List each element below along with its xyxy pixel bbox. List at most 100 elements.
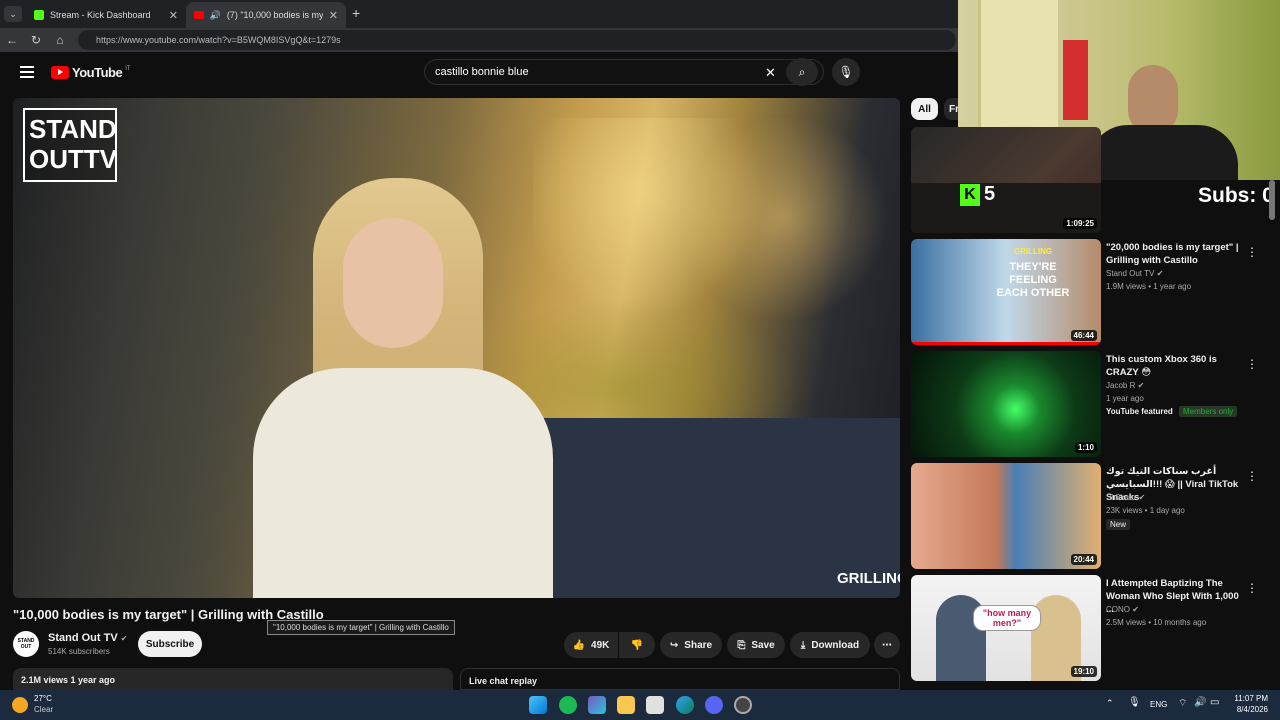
video-thumbnail[interactable]: 1:10 [911, 351, 1101, 457]
wifi-icon[interactable]: ⌔ [1178, 697, 1187, 710]
video-thumbnail[interactable]: 20:44 [911, 463, 1101, 569]
channel-name[interactable]: CONO ✔ [1106, 605, 1139, 614]
video-player[interactable]: STAND OUTTV GRILLING [13, 98, 900, 598]
verified-icon: ✔ [120, 634, 128, 643]
close-icon[interactable]: ✕ [329, 9, 338, 22]
obs-icon[interactable] [734, 696, 752, 714]
video-thumbnail[interactable]: "how many men?" 19:10 [911, 575, 1101, 681]
volume-icon[interactable]: 🔊 [1194, 697, 1206, 708]
video-meta: 1 year ago [1106, 394, 1144, 403]
person-jacket [253, 368, 553, 598]
microphone-tray-icon[interactable]: 🎙 [1128, 697, 1141, 708]
video-corner-label: GRILLING [837, 570, 900, 587]
url-field[interactable]: https://www.youtube.com/watch?v=B5WQM8IS… [78, 30, 956, 50]
video-meta: 1.9M views • 1 year ago [1106, 282, 1192, 291]
youtube-logo[interactable]: YouTube IT [51, 65, 131, 80]
address-bar-row: ← ↻ ⌂ https://www.youtube.com/watch?v=B5… [0, 28, 960, 52]
channel-avatar[interactable]: STAND OUT [13, 631, 39, 657]
url-text: https://www.youtube.com/watch?v=B5WQM8IS… [96, 35, 341, 45]
person-face [343, 218, 443, 348]
back-arrow-icon[interactable]: ← [0, 33, 24, 47]
clock-time[interactable]: 11:07 PM [1234, 694, 1268, 703]
search-value: castillo bonnie blue [435, 66, 529, 78]
like-button[interactable]: 👍 49K [564, 632, 618, 658]
recommended-video-3[interactable]: 20:44 أغرب سناكات التيك توك السبايسي!!! … [911, 463, 1273, 571]
voice-search-button[interactable]: 🎙 [832, 58, 860, 86]
weather-icon[interactable] [12, 697, 28, 713]
description-box[interactable]: 2.1M views 1 year ago [13, 668, 453, 690]
recommended-video-1[interactable]: GRILLING THEY'RE FEELING EACH OTHER 46:44 … [911, 239, 1273, 347]
channel-name[interactable]: Jacob R ✔ [1106, 381, 1144, 390]
recommended-video-2[interactable]: 1:10 This custom Xbox 360 is CRAZY 😳 Jac… [911, 351, 1273, 459]
filter-chip-all[interactable]: All [911, 98, 938, 120]
video-thumbnail[interactable]: GRILLING THEY'RE FEELING EACH OTHER 46:44 [911, 239, 1101, 345]
video-thumbnail[interactable]: 1:09:25 [911, 127, 1101, 233]
store-icon[interactable] [646, 696, 664, 714]
close-icon[interactable]: ✕ [169, 9, 178, 22]
subscribe-button[interactable]: Subscribe [138, 631, 202, 657]
speaker-icon[interactable]: 🔊 [210, 10, 221, 21]
featured-badge: YouTube featured [1106, 407, 1173, 416]
share-button[interactable]: ↪ Share [660, 632, 722, 658]
members-only-badge: Members only [1179, 406, 1238, 417]
discord-icon[interactable] [705, 696, 723, 714]
weather-temp: 27°C [34, 694, 52, 703]
more-options-icon[interactable]: ⋮ [1246, 357, 1258, 371]
channel-name[interactable]: Stand Out TV ✔ [48, 632, 127, 644]
video-title[interactable]: This custom Xbox 360 is CRAZY 😳 [1106, 353, 1241, 379]
youtube-icon [194, 11, 204, 19]
tab-label: (7) "10,000 bodies is my targe [226, 10, 323, 20]
new-badge: New [1106, 519, 1131, 530]
tab-kick[interactable]: Stream - Kick Dashboard ✕ [26, 2, 186, 28]
more-options-icon[interactable]: ⋮ [1246, 581, 1258, 595]
kick-counter: K 5 [960, 183, 995, 206]
file-explorer-icon[interactable] [617, 696, 635, 714]
flag [1063, 40, 1088, 120]
recommended-video-4[interactable]: "how many men?" 19:10 I Attempted Baptiz… [911, 575, 1273, 683]
spotify-icon[interactable] [559, 696, 577, 714]
watch-progress [911, 342, 1101, 345]
battery-icon[interactable]: ▭ [1210, 697, 1219, 708]
more-actions-button[interactable]: ⋯ [874, 632, 900, 658]
browser-tab-bar: ⌄ Stream - Kick Dashboard ✕ 🔊 (7) "10,00… [0, 0, 960, 28]
video-title[interactable]: "20,000 bodies is my target" | Grilling … [1106, 241, 1241, 267]
tab-label: Stream - Kick Dashboard [50, 10, 151, 20]
edge-icon[interactable] [676, 696, 694, 714]
tab-search-button[interactable]: ⌄ [4, 6, 22, 22]
page-scrollbar[interactable] [1269, 180, 1275, 220]
share-icon: ↪ [669, 639, 679, 651]
home-icon[interactable]: ⌂ [48, 33, 72, 47]
save-button[interactable]: ⎘ Save [727, 632, 785, 658]
kick-icon [34, 10, 44, 20]
clock-date[interactable]: 8/4/2026 [1234, 705, 1268, 714]
video-duration: 1:09:25 [1063, 218, 1097, 229]
search-icon: ⌕ [798, 64, 806, 79]
weather-condition: Clear [34, 705, 54, 714]
windows-start-icon[interactable] [529, 696, 547, 714]
verified-icon: ✔ [1156, 269, 1164, 278]
more-options-icon[interactable]: ⋮ [1246, 245, 1258, 259]
menu-icon[interactable] [20, 66, 34, 78]
search-input[interactable]: castillo bonnie blue ✕ [424, 59, 824, 85]
live-chat-replay[interactable]: Live chat replay [460, 668, 900, 690]
clear-search-icon[interactable]: ✕ [765, 65, 776, 81]
reload-icon[interactable]: ↻ [24, 33, 48, 47]
language-indicator[interactable]: ENG [1150, 700, 1167, 709]
bookmark-icon: ⎘ [737, 639, 746, 651]
download-button[interactable]: ⤓ Download [790, 632, 870, 658]
channel-name[interactable]: Stand Out TV ✔ [1106, 269, 1163, 278]
verified-icon: ✔ [1132, 605, 1139, 614]
verified-icon: ✔ [1137, 381, 1145, 390]
copilot-icon[interactable] [588, 696, 606, 714]
dislike-button[interactable]: 👎 [619, 632, 655, 658]
search-button[interactable]: ⌕ [786, 58, 818, 86]
kick-logo-icon: K [960, 183, 980, 206]
more-options-icon[interactable]: ⋮ [1246, 469, 1258, 483]
tray-expand-icon[interactable]: ⌃ [1106, 698, 1114, 709]
recommended-video-0[interactable]: 1:09:25 [911, 127, 1273, 235]
tab-youtube[interactable]: 🔊 (7) "10,000 bodies is my targe ✕ [186, 2, 346, 28]
channel-name[interactable]: Sh5baar ✔ [1106, 493, 1145, 502]
thumbnail-caption: THEY'RE FEELING EACH OTHER [996, 261, 1070, 299]
new-tab-button[interactable]: + [352, 5, 360, 21]
thumbs-down-icon: 👎 [630, 639, 644, 651]
